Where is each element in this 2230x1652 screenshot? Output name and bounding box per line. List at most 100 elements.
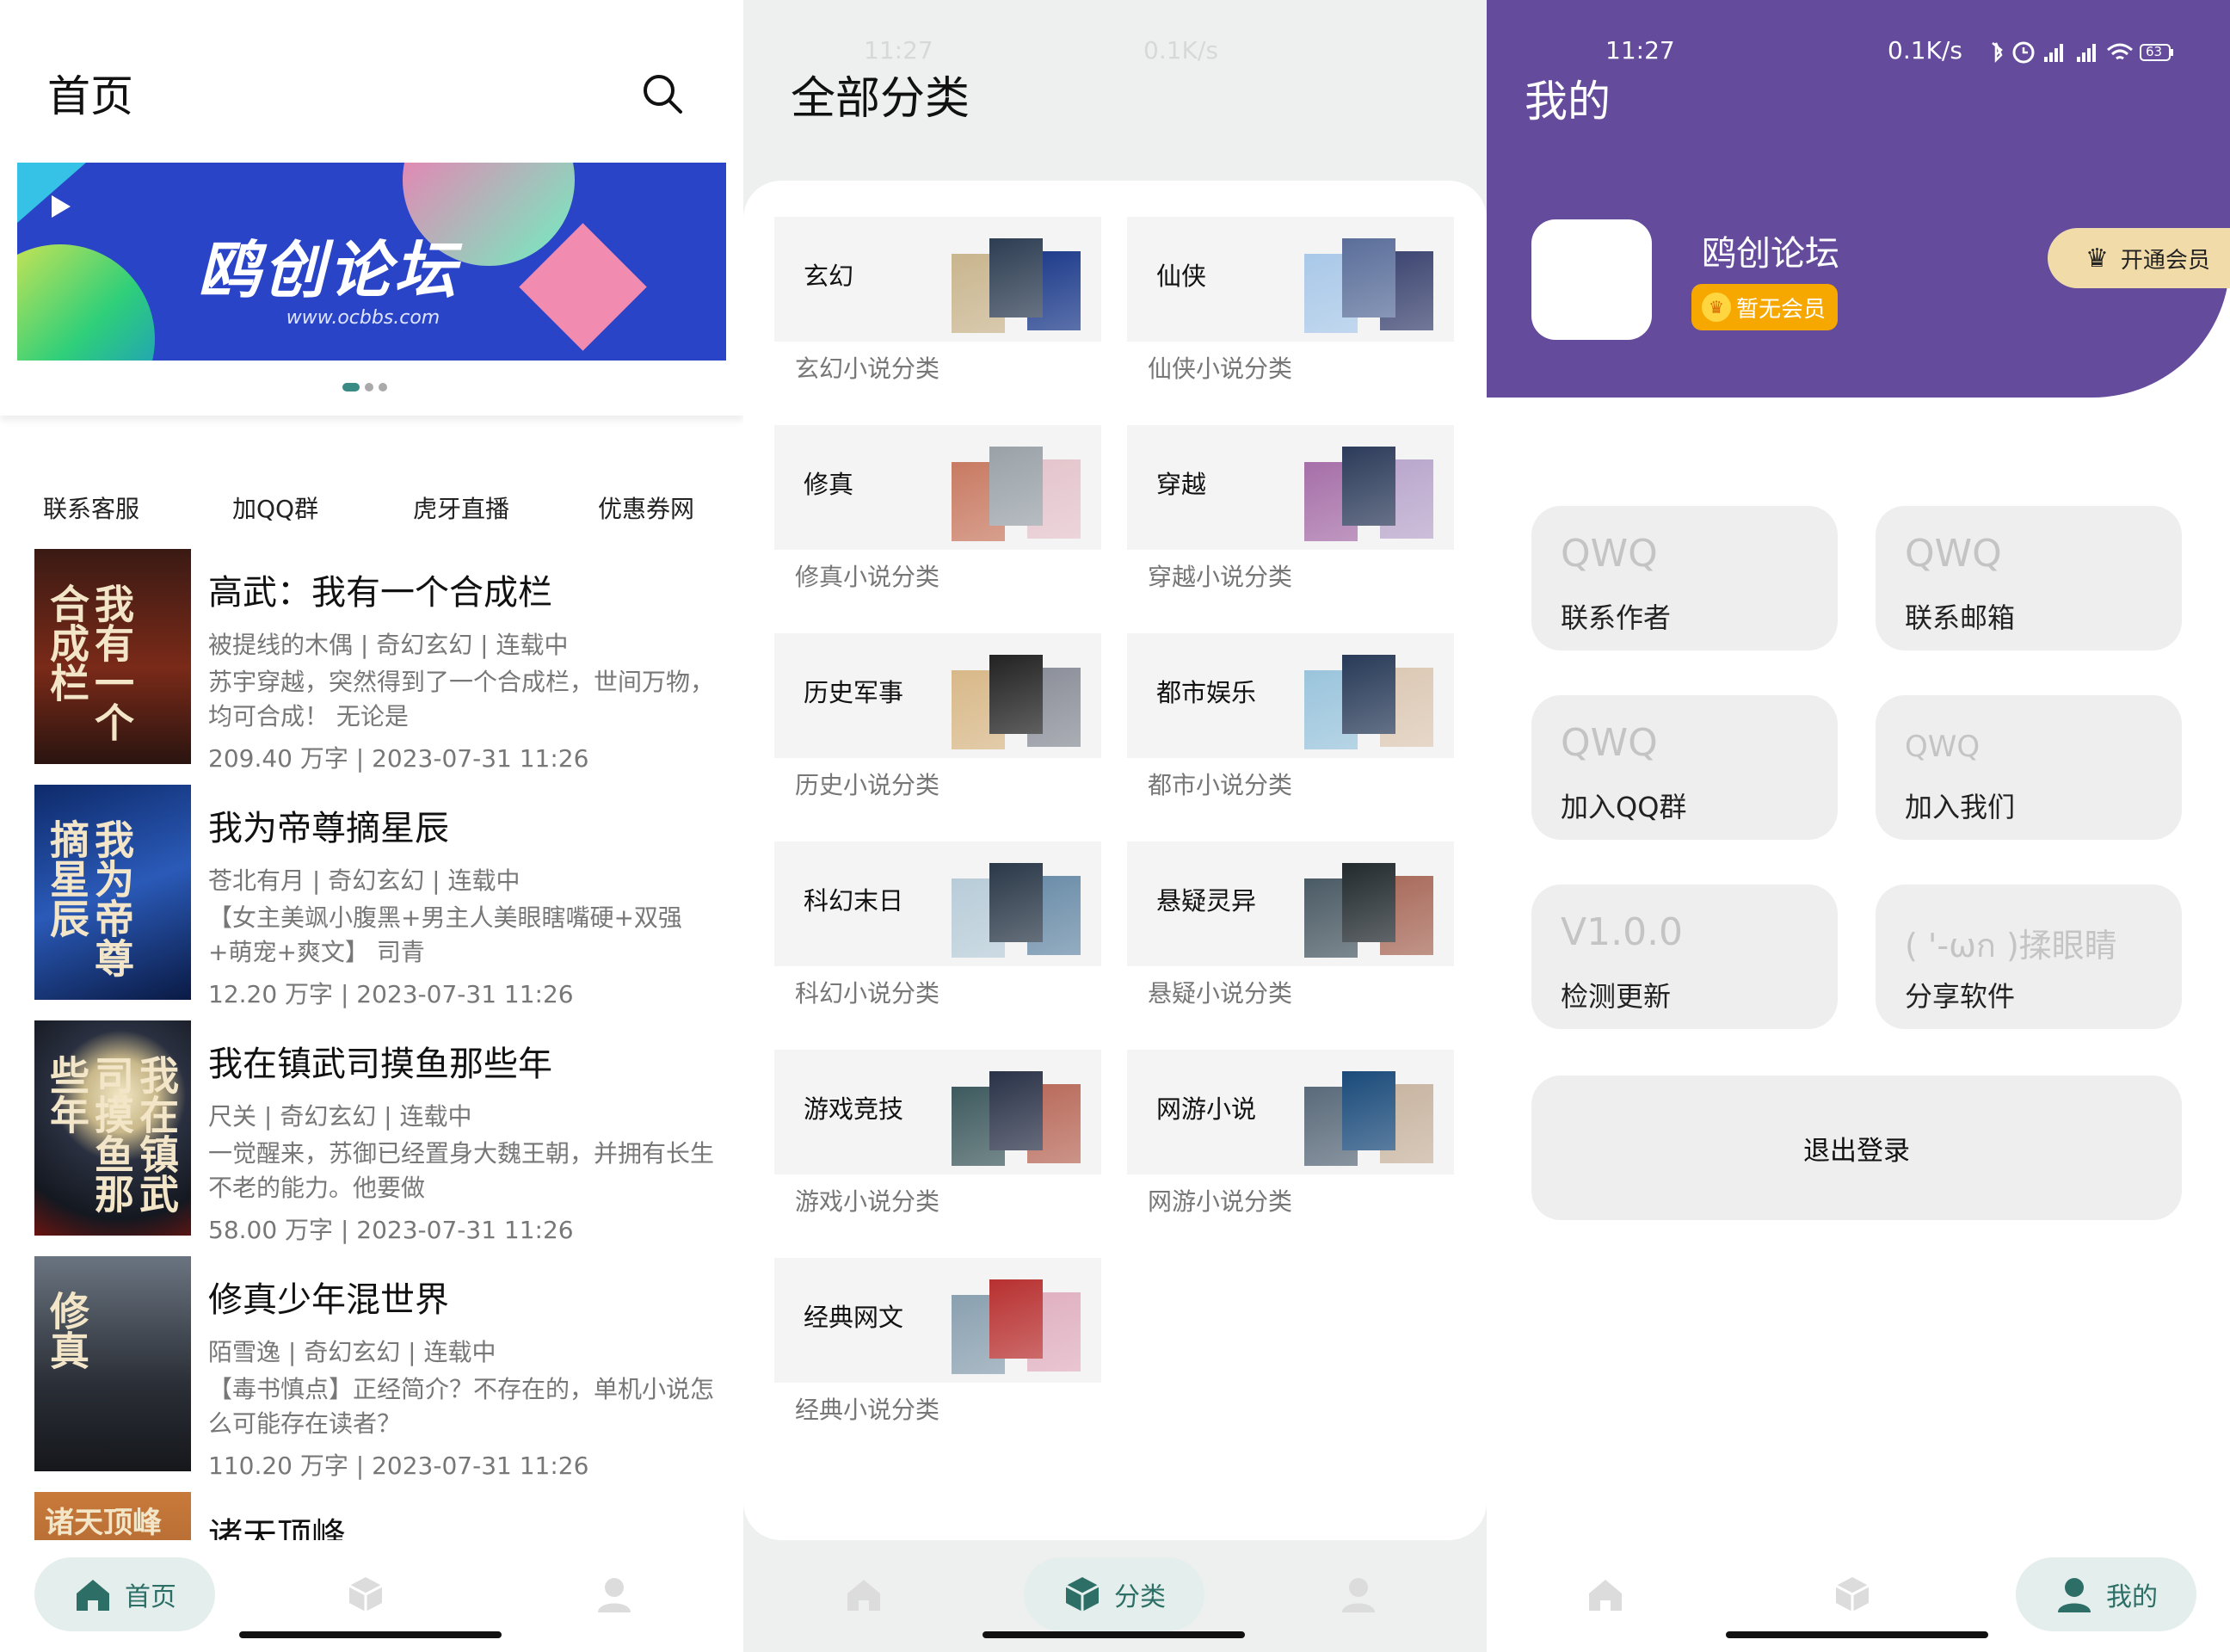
book-description: 【毒书慎点】正经简介？不存在的，单机小说怎么可能存在读者？ — [208, 1375, 715, 1438]
book-size: 58.00 万字 | 2023-07-31 11:26 — [208, 1216, 574, 1244]
battery-level: 63 — [2146, 44, 2163, 59]
category-subtitle: 都市小说分类 — [1148, 771, 1293, 799]
category-card[interactable]: 游戏竞技 游戏小说分类 — [774, 1050, 1101, 1220]
gesture-bar — [239, 1631, 502, 1638]
user-icon — [2058, 1578, 2091, 1612]
book-title: 修真少年混世界 — [208, 1280, 449, 1320]
search-icon[interactable] — [641, 72, 684, 115]
nav-mine[interactable]: 我的 — [2016, 1557, 2196, 1631]
category-name: 都市娱乐 — [1156, 678, 1257, 707]
status-time: 11:27 — [864, 36, 933, 65]
category-subtitle: 悬疑小说分类 — [1148, 979, 1293, 1008]
category-card[interactable]: 修真 修真小说分类 — [774, 425, 1101, 595]
join-us-tile[interactable]: QWQ 加入我们 — [1876, 695, 2182, 840]
category-name: 仙侠 — [1156, 262, 1207, 291]
category-card[interactable]: 穿越 穿越小说分类 — [1127, 425, 1454, 595]
category-name: 经典网文 — [804, 1303, 904, 1332]
link-contact-service[interactable]: 联系客服 — [43, 490, 139, 525]
user-icon — [598, 1578, 631, 1612]
book-title: 高武：我有一个合成栏 — [208, 573, 552, 613]
join-qq-group-tile[interactable]: QWQ 加入QQ群 — [1531, 695, 1838, 840]
carousel-dot[interactable] — [379, 383, 387, 391]
logout-button[interactable]: 退出登录 — [1531, 1076, 2182, 1220]
book-cover: 修真 — [34, 1256, 191, 1471]
cover-thumbnail — [1342, 655, 1395, 734]
carousel-dot[interactable] — [365, 383, 373, 391]
category-subtitle: 仙侠小说分类 — [1148, 354, 1293, 383]
book-title: 我在镇武司摸鱼那些年 — [208, 1045, 552, 1084]
check-update-tile[interactable]: V1.0.0 检测更新 — [1531, 885, 1838, 1029]
username: 鸥创论坛 — [1702, 234, 1839, 274]
nav-category[interactable]: 分类 — [1024, 1557, 1204, 1631]
nav-category[interactable] — [1827, 1557, 1878, 1631]
book-cover: 我为帝尊摘星辰 — [34, 785, 191, 1000]
nav-home[interactable] — [1580, 1557, 1631, 1631]
open-vip-button[interactable]: ♛ 开通会员 — [2048, 228, 2230, 288]
contact-author-tile[interactable]: QWQ 联系作者 — [1531, 506, 1838, 650]
share-app-tile[interactable]: ( '-ωก )揉眼睛 分享软件 — [1876, 885, 2182, 1029]
book-size: 110.20 万字 | 2023-07-31 11:26 — [208, 1452, 589, 1480]
user-icon — [1342, 1578, 1375, 1612]
category-subtitle: 历史小说分类 — [795, 771, 940, 799]
book-item[interactable]: 我为帝尊摘星辰 我为帝尊摘星辰 苍北有月 | 奇幻玄幻 | 连载中 【女主美飒小… — [34, 785, 740, 1008]
category-subtitle: 科幻小说分类 — [795, 979, 940, 1008]
category-covers — [952, 863, 1081, 958]
book-meta: 尺关 | 奇幻玄幻 | 连载中 — [208, 1102, 472, 1131]
category-card[interactable]: 科幻末日科幻小说分类 — [774, 841, 1101, 1012]
page-title: 我的 — [1525, 77, 1611, 126]
book-item[interactable]: 修真 修真少年混世界 陌雪逸 | 奇幻玄幻 | 连载中 【毒书慎点】正经简介？不… — [34, 1256, 740, 1480]
category-name: 修真 — [804, 470, 854, 499]
link-coupon-site[interactable]: 优惠券网 — [598, 490, 694, 525]
cover-thumbnail — [1342, 238, 1395, 317]
crown-icon: ♛ — [1702, 293, 1731, 322]
nav-mine[interactable] — [588, 1557, 640, 1631]
avatar[interactable] — [1531, 219, 1652, 340]
cover-thumbnail — [989, 1279, 1043, 1359]
quick-links: 联系客服 加QQ群 虎牙直播 优惠券网 — [0, 490, 743, 529]
contact-email-tile[interactable]: QWQ 联系邮箱 — [1876, 506, 2182, 650]
link-huya-live[interactable]: 虎牙直播 — [413, 490, 509, 525]
category-covers — [1304, 655, 1433, 749]
cover-thumbnail — [989, 447, 1043, 526]
link-join-qq-group[interactable]: 加QQ群 — [232, 490, 318, 525]
nav-home-label: 首页 — [125, 1582, 176, 1612]
nav-home[interactable]: 首页 — [34, 1557, 215, 1631]
banner-slide[interactable]: 鸥创论坛 www.ocbbs.com — [17, 163, 726, 361]
category-covers — [1304, 863, 1433, 958]
page-title: 首页 — [47, 71, 133, 121]
category-card[interactable]: 玄幻 玄幻小说分类 — [774, 217, 1101, 387]
nav-category[interactable] — [340, 1557, 391, 1631]
category-card[interactable]: 历史军事历史小说分类 — [774, 633, 1101, 804]
book-meta: 陌雪逸 | 奇幻玄幻 | 连载中 — [208, 1338, 496, 1366]
play-icon — [52, 195, 71, 218]
nav-home[interactable] — [838, 1557, 890, 1631]
book-cover: 我有一个合成栏 — [34, 549, 191, 764]
home-icon — [1589, 1580, 1622, 1611]
banner-carousel: 鸥创论坛 www.ocbbs.com — [0, 142, 743, 416]
category-covers — [1304, 238, 1433, 333]
cover-thumbnail — [1342, 1071, 1395, 1150]
category-card[interactable]: 仙侠仙侠小说分类 — [1127, 217, 1454, 387]
home-icon — [77, 1580, 109, 1611]
category-name: 科幻末日 — [804, 886, 904, 915]
category-name: 历史军事 — [804, 678, 904, 707]
category-card[interactable]: 都市娱乐都市小说分类 — [1127, 633, 1454, 804]
nav-category-label: 分类 — [1114, 1582, 1166, 1612]
book-meta: 被提线的木偶 | 奇幻玄幻 | 连载中 — [208, 631, 569, 659]
status-speed: 0.1K/s — [1143, 36, 1218, 65]
category-covers — [1304, 447, 1433, 541]
category-card[interactable]: 悬疑灵异 悬疑小说分类 — [1127, 841, 1454, 1012]
nav-mine[interactable] — [1333, 1557, 1384, 1631]
gesture-bar — [1726, 1631, 1988, 1638]
book-item[interactable]: 我有一个合成栏 高武：我有一个合成栏 被提线的木偶 | 奇幻玄幻 | 连载中 苏… — [34, 549, 740, 773]
banner-title: 鸥创论坛 — [198, 234, 460, 306]
book-description: 一觉醒来，苏御已经置身大魏王朝，并拥有长生不老的能力。他要做 — [208, 1139, 715, 1202]
category-card[interactable]: 经典网文 经典小说分类 — [774, 1258, 1101, 1428]
carousel-indicator — [342, 383, 387, 391]
category-card[interactable]: 网游小说 网游小说分类 — [1127, 1050, 1454, 1220]
book-cover: 我在镇武司摸鱼那些年 — [34, 1020, 191, 1236]
cover-thumbnail — [989, 238, 1043, 317]
carousel-dot[interactable] — [342, 383, 360, 391]
book-item[interactable]: 我在镇武司摸鱼那些年 我在镇武司摸鱼那些年 尺关 | 奇幻玄幻 | 连载中 一觉… — [34, 1020, 740, 1244]
vip-status-label: 暂无会员 — [1736, 296, 1827, 323]
